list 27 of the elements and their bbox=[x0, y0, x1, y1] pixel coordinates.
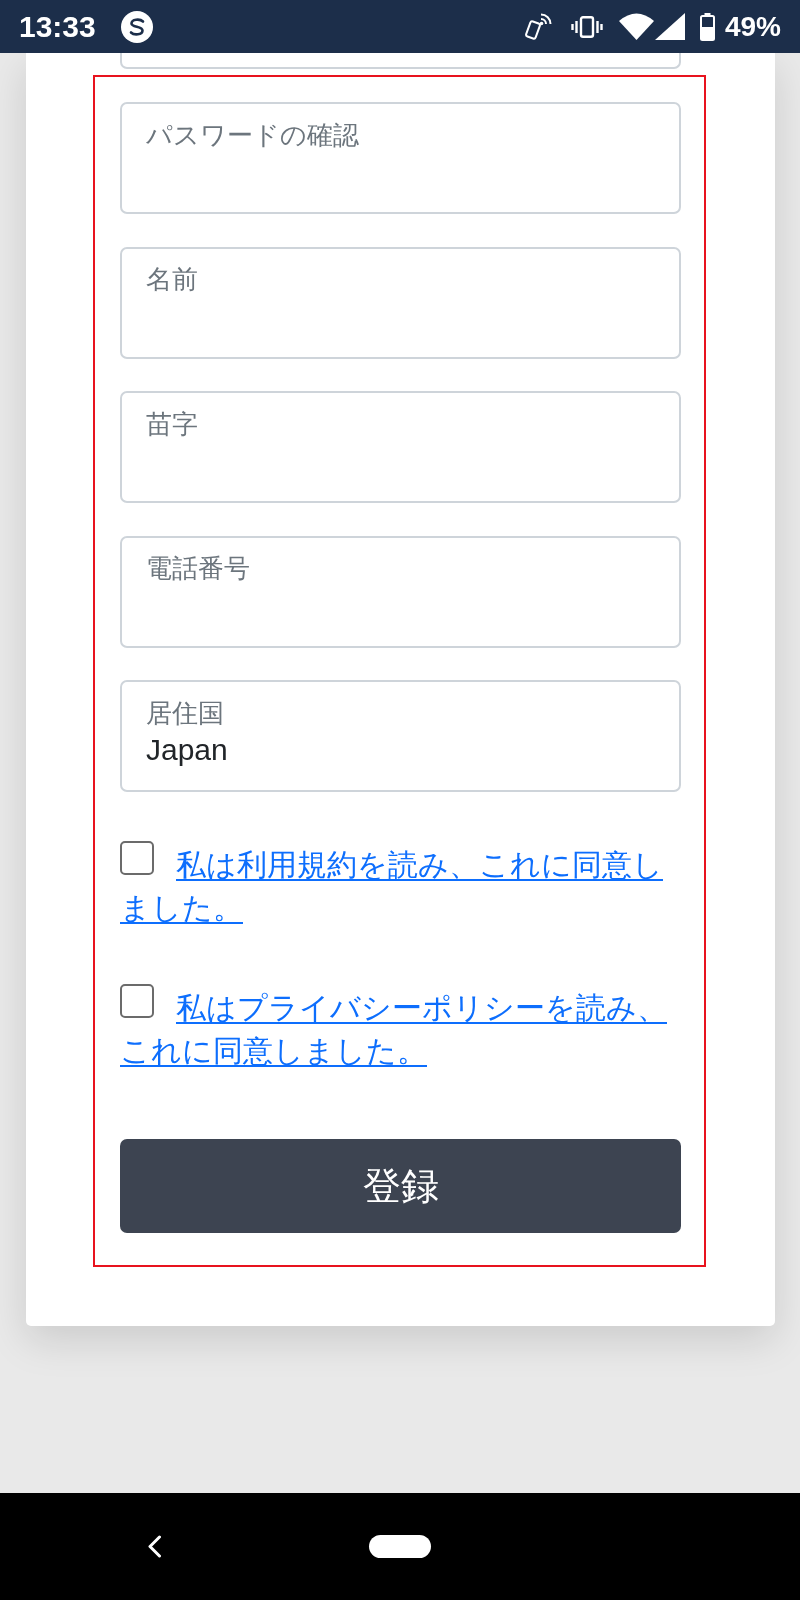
agreement-link[interactable]: 私は利用規約を読み、これに同意しました。 bbox=[120, 843, 681, 929]
status-time: 13:33 bbox=[19, 8, 96, 45]
input-field[interactable]: 名前 bbox=[120, 246, 681, 359]
input-field[interactable]: 苗字 bbox=[120, 391, 681, 503]
field-label: 苗字 bbox=[146, 408, 198, 440]
swirl-logo-icon bbox=[120, 10, 153, 43]
field-label: パスワードの確認 bbox=[146, 119, 359, 151]
submit-button[interactable]: 登録 bbox=[120, 1139, 681, 1233]
input-field[interactable]: 電話番号 bbox=[120, 535, 681, 648]
checkbox[interactable] bbox=[120, 984, 154, 1018]
field-value: Japan bbox=[146, 731, 228, 768]
checkbox[interactable] bbox=[120, 841, 154, 875]
back-icon[interactable] bbox=[147, 1535, 162, 1558]
agreement-link[interactable]: 私はプライバシーポリシーを読み、これに同意しました。 bbox=[120, 986, 681, 1072]
input-field[interactable]: 居住国 Japan bbox=[120, 680, 681, 792]
input-field[interactable] bbox=[120, 53, 681, 69]
field-label: 名前 bbox=[146, 264, 198, 295]
field-label: 居住国 bbox=[146, 697, 224, 729]
input-field[interactable]: パスワードの確認 bbox=[120, 102, 681, 214]
cell-signal-icon bbox=[654, 13, 685, 40]
home-pill-icon[interactable] bbox=[369, 1535, 431, 1558]
battery-icon bbox=[699, 12, 715, 41]
vibrate-icon bbox=[570, 15, 603, 38]
phone-tap-icon bbox=[524, 13, 554, 40]
wifi-icon bbox=[618, 13, 654, 40]
field-label: 電話番号 bbox=[146, 553, 250, 584]
battery-percentage: 49% bbox=[724, 9, 781, 44]
